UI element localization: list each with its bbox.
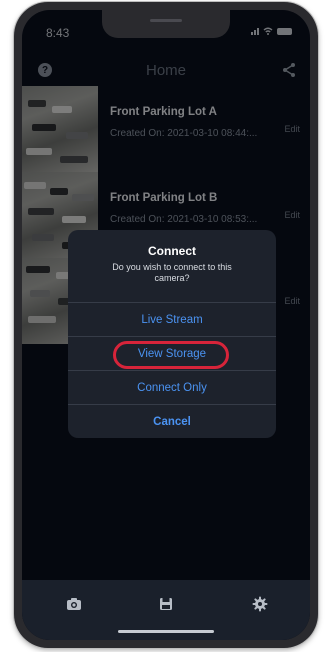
app-screen: 8:43 ? Home Front Parking Lot A Created …	[22, 10, 310, 640]
camera-icon[interactable]	[66, 596, 82, 612]
speaker-grille	[150, 19, 182, 22]
connect-only-button[interactable]: Connect Only	[68, 370, 276, 404]
view-storage-button[interactable]: View Storage	[68, 336, 276, 370]
phone-notch	[102, 10, 230, 38]
dialog-message: Do you wish to connect to this camera?	[112, 262, 232, 283]
connect-dialog: Connect Do you wish to connect to this c…	[68, 230, 276, 438]
settings-icon[interactable]	[252, 596, 268, 612]
dialog-actions: Live Stream View Storage Connect Only Ca…	[68, 302, 276, 438]
view-storage-label: View Storage	[137, 347, 207, 360]
cancel-button[interactable]: Cancel	[68, 404, 276, 438]
dialog-title: Connect	[148, 244, 196, 258]
home-indicator	[118, 630, 214, 633]
storage-icon[interactable]	[158, 596, 174, 612]
live-stream-button[interactable]: Live Stream	[68, 302, 276, 336]
